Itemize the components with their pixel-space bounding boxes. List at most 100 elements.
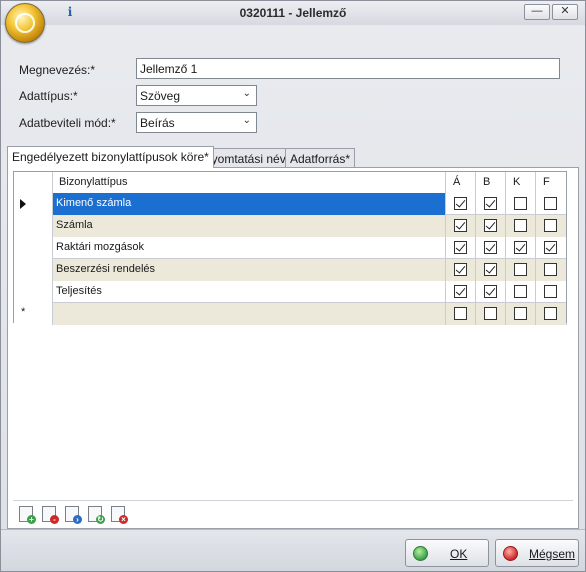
row-indicator[interactable] [13,193,53,215]
checkbox-a[interactable] [454,197,467,210]
checkbox-a[interactable] [454,241,467,254]
table-row[interactable]: Raktári mozgások [13,237,567,259]
title-bar: i 0320111 - Jellemző — ✕ [1,1,585,43]
checkbox-f[interactable] [544,307,557,320]
checkbox-a[interactable] [454,219,467,232]
tab-panel: Bizonylattípus Á B K F Kimenő számla Szá… [7,167,579,529]
new-row[interactable]: * [13,303,567,325]
tab-data-source[interactable]: Adatforrás* [285,148,356,168]
cell-b [476,259,506,281]
checkbox-k[interactable] [514,219,527,232]
type-select[interactable]: Szöveg ⌄ [136,85,257,106]
column-header-type[interactable]: Bizonylattípus [53,171,446,193]
checkbox-b[interactable] [484,241,497,254]
entry-mode-label: Adatbeviteli mód:* [19,116,116,130]
checkbox-a[interactable] [454,285,467,298]
cell-f [536,259,567,281]
row-indicator[interactable] [13,215,53,237]
column-header-f[interactable]: F [536,171,567,193]
checkbox-f[interactable] [544,263,557,276]
cell-b [476,303,506,325]
new-row-marker: * [21,306,26,318]
row-type-cell[interactable]: Számla [53,215,446,237]
cell-a [446,281,476,303]
column-header-b[interactable]: B [476,171,506,193]
close-button[interactable]: ✕ [552,4,578,20]
cancel-button[interactable]: Mégsem [495,539,579,567]
cell-k [506,303,536,325]
add-icon[interactable]: + [19,506,36,524]
cell-k [506,259,536,281]
checkbox-f[interactable] [544,219,557,232]
ok-button[interactable]: OK [405,539,489,567]
table-row[interactable]: Kimenő számla [13,193,567,215]
checkbox-f[interactable] [544,285,557,298]
cell-a [446,303,476,325]
entry-mode-select[interactable]: Beírás ⌄ [136,112,257,133]
ok-button-label: OK [450,547,468,561]
checkbox-b[interactable] [484,219,497,232]
chevron-down-icon[interactable]: ⌄ [243,88,251,99]
cell-a [446,215,476,237]
table-row[interactable]: Számla [13,215,567,237]
grid-toolbar: + - › ↻ × [13,500,573,524]
row-indicator[interactable]: * [13,303,53,325]
table-row[interactable]: Teljesítés [13,281,567,303]
dialog-footer: OK Mégsem [1,529,585,571]
row-type-cell[interactable] [53,303,446,325]
type-label: Adattípus:* [19,89,78,103]
checkmark-icon [413,546,428,561]
app-menu-orb-icon[interactable] [5,3,45,43]
checkbox-k[interactable] [514,285,527,298]
cell-f [536,281,567,303]
chevron-down-icon[interactable]: ⌄ [243,115,251,126]
cell-f [536,303,567,325]
checkbox-b[interactable] [484,263,497,276]
checkbox-b[interactable] [484,285,497,298]
checkbox-k[interactable] [514,307,527,320]
cell-k [506,281,536,303]
export-icon[interactable]: › [65,506,82,524]
name-input[interactable]: Jellemző 1 [136,58,560,79]
row-type-cell[interactable]: Raktári mozgások [53,237,446,259]
checkbox-b[interactable] [484,197,497,210]
checkbox-f[interactable] [544,241,557,254]
grid-header: Bizonylattípus Á B K F [13,171,567,193]
cell-b [476,237,506,259]
checkbox-a[interactable] [454,307,467,320]
column-header-a[interactable]: Á [446,171,476,193]
row-type-cell[interactable]: Beszerzési rendelés [53,259,446,281]
header-corner [13,171,53,193]
minimize-button[interactable]: — [524,4,550,20]
cell-a [446,259,476,281]
tab-allowed-document-types[interactable]: Engedélyezett bizonylattípusok köre* [7,146,214,168]
checkbox-a[interactable] [454,263,467,276]
delete-icon[interactable]: - [42,506,59,524]
row-type-cell[interactable]: Teljesítés [53,281,446,303]
cell-f [536,215,567,237]
refresh-icon[interactable]: ↻ [88,506,105,524]
row-type-cell[interactable]: Kimenő számla [53,193,446,215]
cell-a [446,193,476,215]
checkbox-k[interactable] [514,263,527,276]
cell-k [506,215,536,237]
checkbox-k[interactable] [514,241,527,254]
checkbox-f[interactable] [544,197,557,210]
cell-b [476,193,506,215]
row-indicator[interactable] [13,237,53,259]
name-label: Megnevezés:* [19,63,96,77]
checkbox-b[interactable] [484,307,497,320]
clear-icon[interactable]: × [111,506,128,524]
checkbox-k[interactable] [514,197,527,210]
type-select-value: Szöveg [140,89,181,103]
cell-k [506,193,536,215]
dialog-window: i 0320111 - Jellemző — ✕ Megnevezés:* Je… [0,0,586,572]
cell-k [506,237,536,259]
row-indicator[interactable] [13,281,53,303]
table-row[interactable]: Beszerzési rendelés [13,259,567,281]
row-indicator[interactable] [13,259,53,281]
current-row-arrow-icon [20,199,26,209]
column-header-k[interactable]: K [506,171,536,193]
cell-a [446,237,476,259]
cell-b [476,215,506,237]
